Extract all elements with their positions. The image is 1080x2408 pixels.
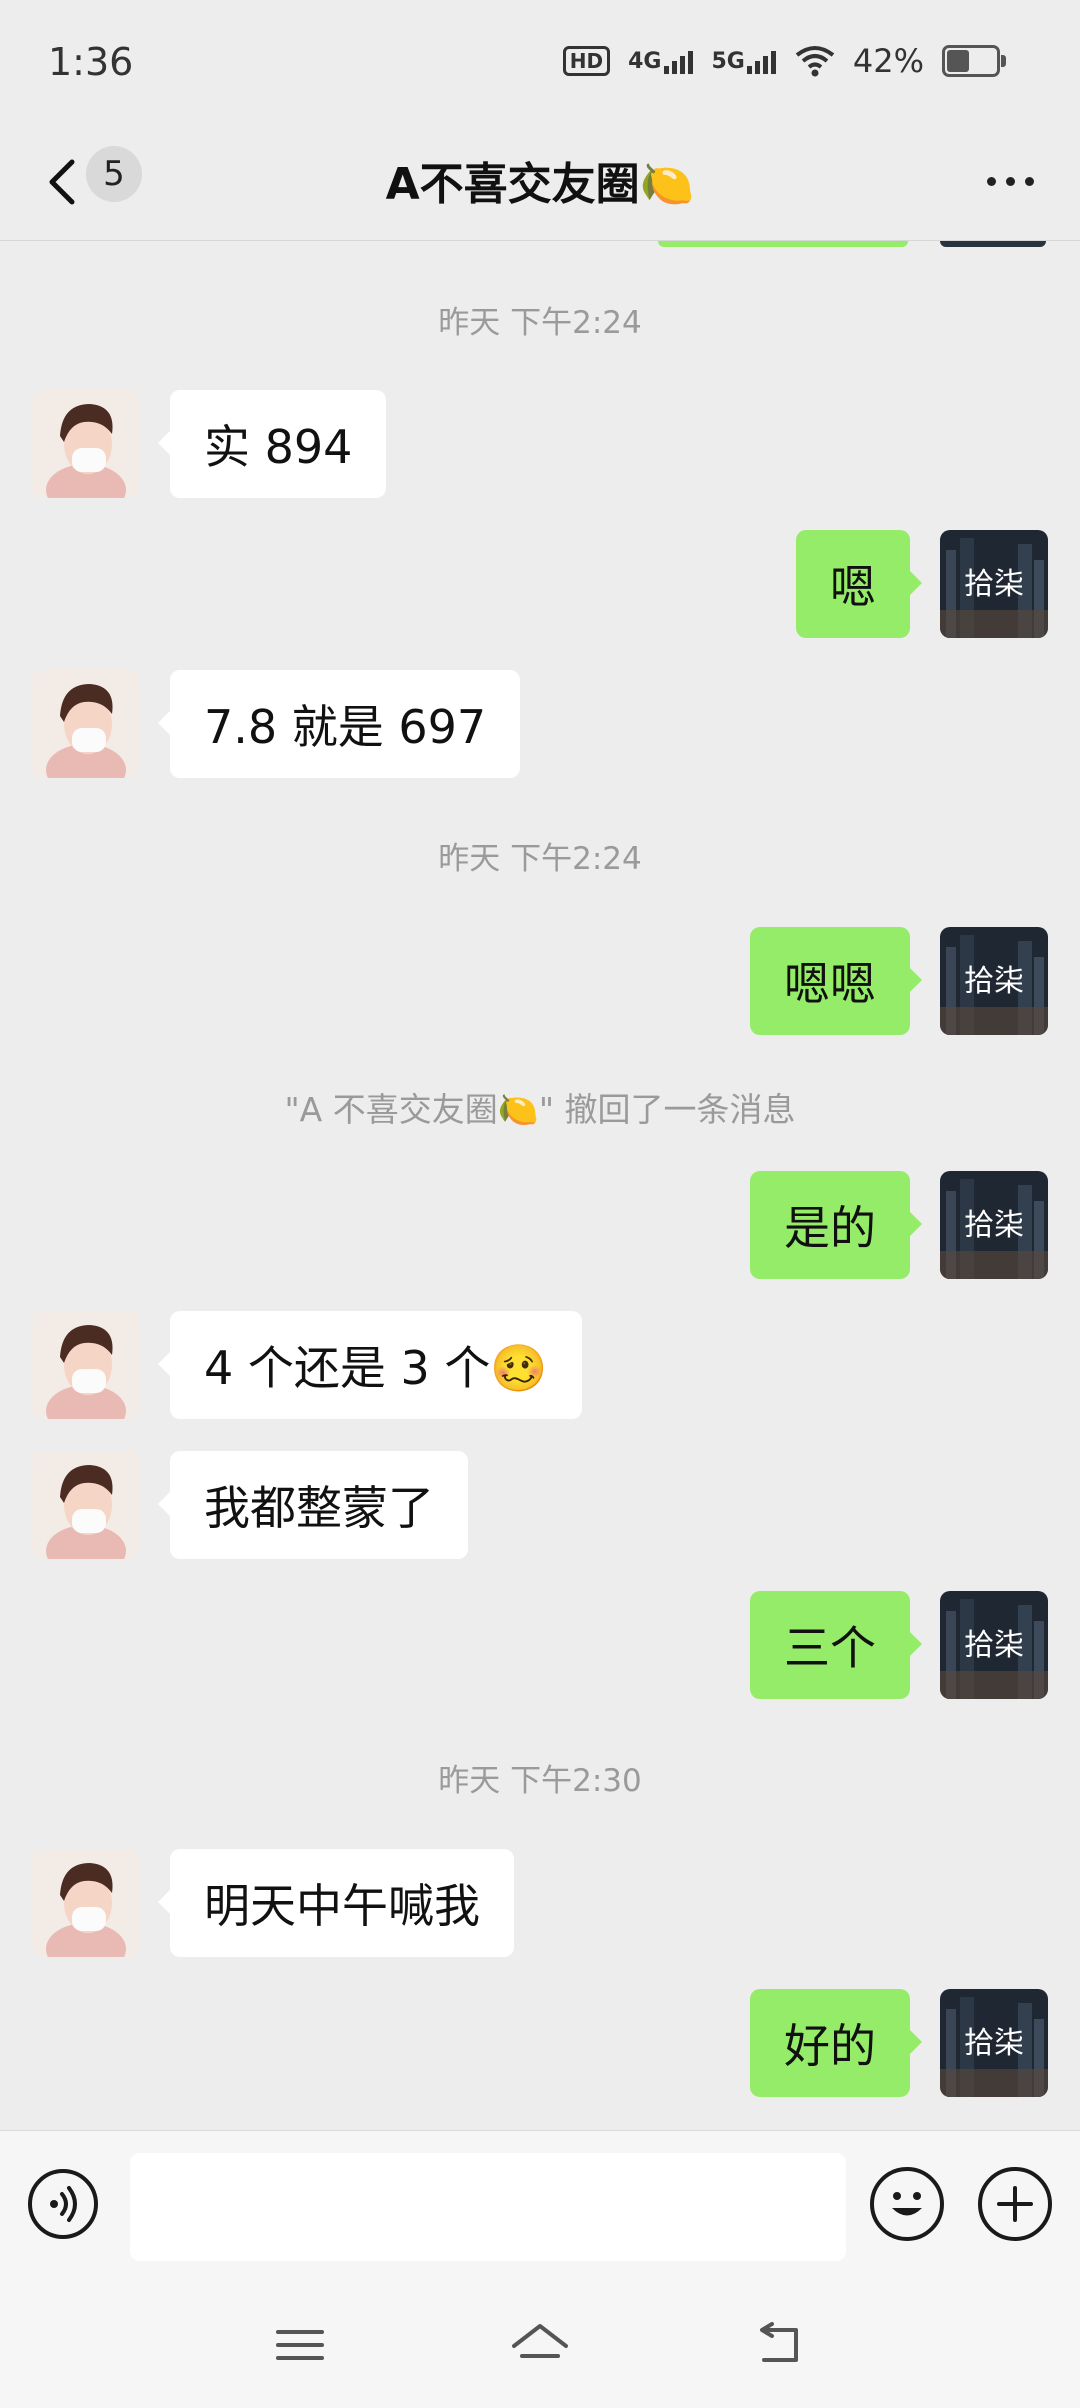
battery-fill: [947, 50, 969, 72]
message-text: 好的: [784, 2019, 876, 2073]
message-text: 嗯嗯: [784, 957, 876, 1011]
outgoing-message[interactable]: 三个: [750, 1591, 922, 1699]
svg-text:拾柒: 拾柒: [964, 1208, 1024, 1243]
incoming-message[interactable]: 4 个还是 3 个🥴: [158, 1311, 582, 1419]
partial-avatar: [940, 241, 1046, 247]
my-avatar[interactable]: 拾柒: [940, 1591, 1048, 1699]
my-avatar[interactable]: 拾柒: [940, 927, 1048, 1035]
wifi-icon: [795, 46, 835, 77]
message-text: 7.8 就是 697: [204, 700, 487, 754]
return-icon: [760, 2322, 798, 2362]
emoji-button[interactable]: [870, 2167, 944, 2241]
message-input[interactable]: [130, 2153, 846, 2261]
dot-icon: [1005, 176, 1015, 186]
status-bar: 1:36 HD 4G 5G 42%: [0, 0, 1080, 130]
menu-icon: [276, 2330, 324, 2360]
dot-icon: [986, 176, 996, 186]
outgoing-message[interactable]: 嗯: [796, 530, 922, 638]
message-text: 明天中午喊我: [204, 1879, 480, 1933]
contact-avatar[interactable]: [32, 670, 140, 778]
more-options-button[interactable]: [980, 166, 1040, 196]
svg-text:拾柒: 拾柒: [964, 567, 1024, 602]
contact-avatar[interactable]: [32, 1849, 140, 1957]
chat-header: 5 A不喜交友圈🍋: [0, 130, 1080, 241]
incoming-message[interactable]: 明天中午喊我: [158, 1849, 514, 1957]
net-4g-label: 4G: [628, 48, 662, 74]
menu-button[interactable]: [270, 2320, 330, 2370]
my-avatar[interactable]: 拾柒: [940, 1171, 1048, 1279]
input-bar: [0, 2130, 1080, 2279]
status-icons: HD 4G 5G 42%: [562, 42, 1006, 80]
home-icon: [512, 2324, 568, 2358]
message-text: 三个: [784, 1621, 876, 1675]
plus-icon: [997, 2186, 1033, 2222]
message-text: 4 个还是 3 个🥴: [204, 1341, 548, 1395]
contact-avatar[interactable]: [32, 1451, 140, 1559]
message-list[interactable]: 昨天 下午2:24 实 894 嗯 拾柒 7.8 就是 697 昨天 下午2:2…: [0, 241, 1080, 2129]
svg-text:拾柒: 拾柒: [964, 1628, 1024, 1663]
my-avatar[interactable]: 拾柒: [940, 530, 1048, 638]
home-button[interactable]: [510, 2320, 570, 2370]
battery-percent: 42%: [852, 42, 924, 80]
recall-notice: "A 不喜交友圈🍋" 撤回了一条消息: [284, 1090, 796, 1129]
message-text: 是的: [784, 1201, 876, 1255]
timestamp: 昨天 下午2:30: [438, 1763, 642, 1799]
net-5g-label: 5G: [711, 48, 745, 74]
status-time: 1:36: [48, 40, 134, 84]
my-avatar[interactable]: 拾柒: [940, 1989, 1048, 2097]
svg-text:拾柒: 拾柒: [964, 2026, 1024, 2061]
outgoing-message[interactable]: 是的: [750, 1171, 922, 1279]
outgoing-message[interactable]: 好的: [750, 1989, 922, 2097]
chat-title: A不喜交友圈🍋: [385, 159, 695, 210]
signal-4g-icon: 4G: [628, 49, 693, 74]
timestamp: 昨天 下午2:24: [438, 841, 642, 877]
contact-avatar[interactable]: [32, 390, 140, 498]
voice-icon: [50, 2186, 77, 2222]
more-functions-button[interactable]: [978, 2167, 1052, 2241]
timestamp: 昨天 下午2:24: [438, 305, 642, 341]
hd-icon: HD: [562, 46, 611, 76]
svg-text:拾柒: 拾柒: [964, 964, 1024, 999]
incoming-message[interactable]: 7.8 就是 697: [157, 670, 521, 778]
incoming-message[interactable]: 我都整蒙了: [158, 1451, 468, 1559]
system-nav-bar: [0, 2278, 1080, 2408]
message-text: 实 894: [204, 420, 353, 474]
back-nav-button[interactable]: [750, 2320, 810, 2370]
outgoing-message[interactable]: 嗯嗯: [750, 927, 922, 1035]
voice-input-button[interactable]: [28, 2169, 98, 2239]
contact-avatar[interactable]: [32, 1311, 140, 1419]
smiley-icon: [892, 2192, 922, 2216]
dot-icon: [1024, 176, 1034, 186]
signal-5g-icon: 5G: [712, 49, 777, 74]
message-text: 嗯: [830, 560, 876, 614]
battery-icon: [942, 45, 1006, 77]
message-text: 我都整蒙了: [204, 1481, 434, 1535]
incoming-message[interactable]: 实 894: [157, 390, 387, 498]
partial-message-bubble: [658, 241, 908, 247]
